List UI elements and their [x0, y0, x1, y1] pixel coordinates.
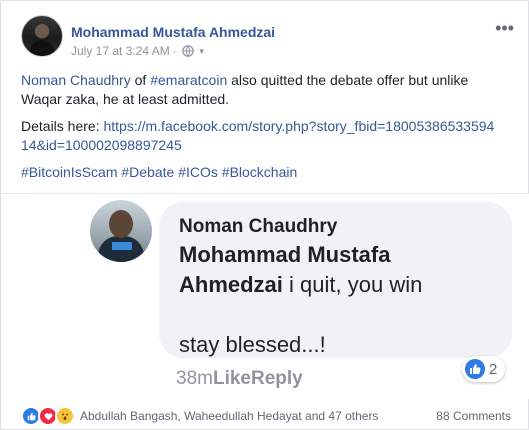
hashtag-list: #BitcoinIsScam #Debate #ICOs #Blockchain: [21, 163, 501, 182]
comment-reaction-count: 2: [462, 356, 506, 382]
privacy-caret-icon[interactable]: ▼: [198, 47, 206, 56]
avatar-head: [109, 210, 133, 238]
more-horizontal-icon[interactable]: •••: [495, 19, 514, 37]
author-avatar[interactable]: [21, 15, 63, 57]
hashtag-link[interactable]: #Debate: [121, 164, 174, 180]
post-card: Mohammad Mustafa Ahmedzai July 17 at 3:2…: [0, 0, 529, 430]
comment-actions: 38m Like Reply: [176, 368, 303, 390]
mention-link[interactable]: Noman Chaudhry: [21, 72, 131, 88]
wow-reaction-icon: [55, 406, 75, 426]
avatar-figure: [30, 40, 54, 56]
hashtag-link[interactable]: #BitcoinIsScam: [21, 164, 117, 180]
author-name[interactable]: Mohammad Mustafa Ahmedzai: [71, 24, 275, 40]
post-paragraph-2: Details here: https://m.facebook.com/sto…: [21, 117, 501, 155]
comment-bubble: Noman Chaudhry Mohammad Mustafa Ahmedzai…: [159, 202, 512, 358]
hashtag-link[interactable]: #ICOs: [178, 164, 218, 180]
meta-separator: ·: [172, 44, 177, 58]
comment-like-label: Like: [212, 368, 251, 389]
avatar-badge: [112, 242, 132, 250]
commenter-name: Noman Chaudhry: [179, 216, 338, 237]
post-image-comment-screenshot[interactable]: Noman Chaudhry Mohammad Mustafa Ahmedzai…: [2, 193, 529, 399]
comment-reply-label: Reply: [251, 368, 303, 389]
hashtag-emaratcoin[interactable]: #emaratcoin: [150, 72, 227, 88]
post-paragraph-1: Noman Chaudhry of #emaratcoin also quitt…: [21, 71, 501, 109]
details-label: Details here:: [21, 118, 104, 134]
commenter-avatar: [90, 200, 152, 262]
post-footer: Abdullah Bangash, Waheedullah Hedayat an…: [21, 406, 511, 426]
reaction-names[interactable]: Abdullah Bangash, Waheedullah Hedayat an…: [80, 409, 378, 423]
hashtag-link[interactable]: #Blockchain: [222, 164, 298, 180]
comment-text-after: i quit, you win: [282, 272, 423, 297]
comment-text: Mohammad Mustafa Ahmedzai i quit, you wi…: [179, 240, 489, 360]
comments-count[interactable]: 88 Comments: [436, 409, 511, 423]
post-meta: July 17 at 3:24 AM · ▼: [71, 44, 206, 58]
post-text: Noman Chaudhry of #emaratcoin also quitt…: [21, 71, 501, 190]
text-of: of: [130, 72, 151, 88]
comment-time: 38m: [176, 368, 213, 389]
post-timestamp[interactable]: July 17 at 3:24 AM: [71, 44, 170, 58]
comment-reaction-number: 2: [489, 360, 498, 378]
reaction-icons[interactable]: [21, 406, 75, 426]
globe-icon[interactable]: [181, 45, 194, 57]
thumbs-up-icon: [465, 359, 485, 379]
comment-line2: stay blessed...!: [179, 332, 326, 357]
